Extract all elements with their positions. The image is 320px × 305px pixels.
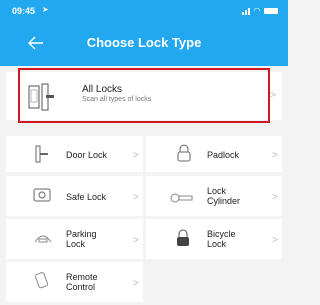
page-title: Choose Lock Type — [86, 35, 202, 50]
status-time: 09:45 — [12, 6, 36, 16]
lock-type-label: Remote Control — [66, 272, 98, 292]
status-bar: 09:45 ➤ ◠ — [0, 0, 288, 22]
all-locks-title: All Locks — [82, 84, 123, 95]
chevron-right-icon: > — [133, 278, 139, 289]
lock-type-label: Parking Lock — [66, 229, 97, 249]
signal-icon — [241, 7, 250, 15]
chevron-right-icon: > — [272, 235, 278, 246]
lock-type-label: Bicycle Lock — [207, 229, 236, 249]
chevron-right-icon: > — [272, 192, 278, 203]
lock-type-label: Safe Lock — [66, 192, 107, 202]
all-locks-icon — [28, 82, 54, 112]
battery-icon — [264, 7, 278, 14]
status-icons: ◠ — [241, 6, 278, 15]
chevron-right-icon: > — [272, 150, 278, 161]
lock-type-label: Door Lock — [66, 150, 108, 160]
remote-control-icon — [34, 271, 50, 294]
lock-type-label: Padlock — [207, 150, 240, 160]
parking-lock-icon — [33, 230, 53, 249]
door-lock-icon — [34, 145, 50, 168]
padlock-icon — [176, 144, 192, 167]
chevron-right-icon: > — [133, 150, 139, 161]
wifi-icon: ◠ — [253, 6, 260, 15]
nav-bar: Choose Lock Type — [0, 22, 288, 66]
bicycle-lock-icon — [176, 229, 190, 252]
chevron-right-icon: > — [133, 192, 139, 203]
lock-cylinder-icon — [170, 190, 194, 208]
location-arrow-icon: ➤ — [42, 5, 49, 14]
chevron-right-icon: > — [133, 235, 139, 246]
all-locks-subtitle: Scan all types of locks — [82, 96, 152, 103]
chevron-right-icon: > — [270, 90, 276, 101]
lock-type-label: Lock Cylinder — [207, 186, 241, 206]
safe-lock-icon — [33, 187, 51, 208]
